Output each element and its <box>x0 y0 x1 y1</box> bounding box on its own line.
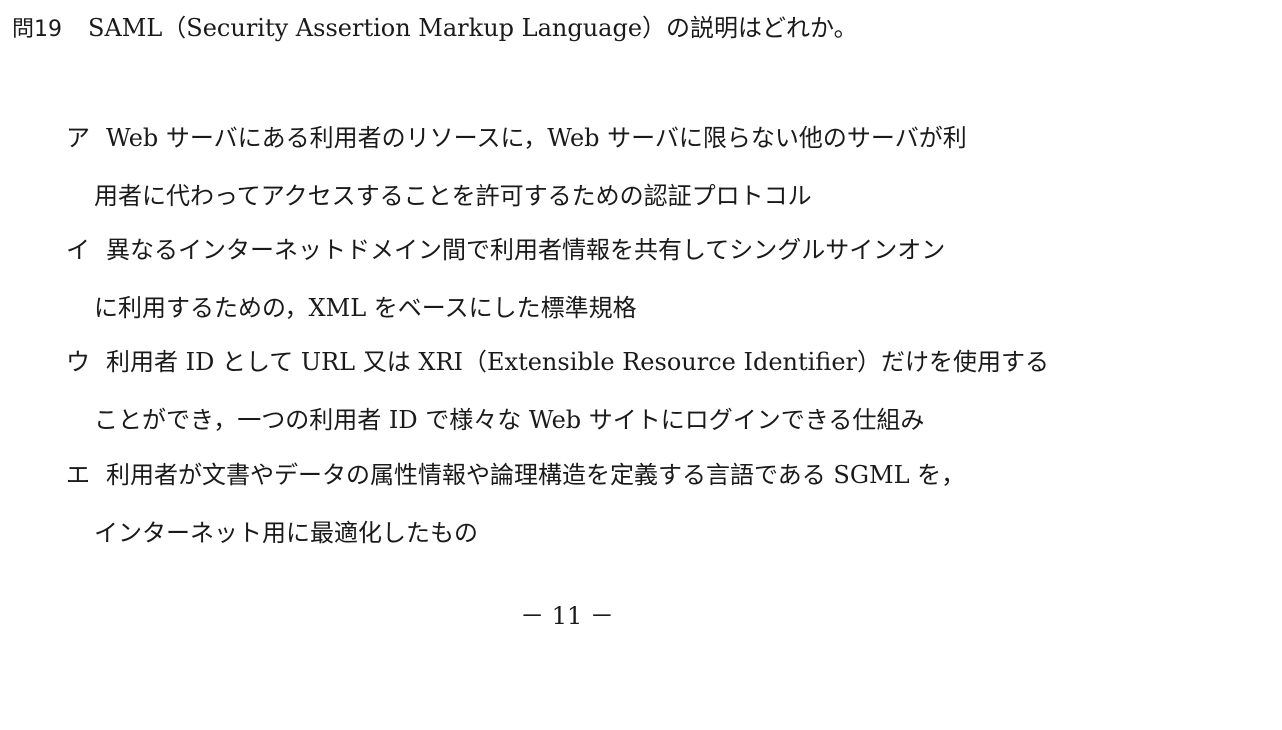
choice-e: エ利用者が文書やデータの属性情報や論理構造を定義する言語である SGML を， … <box>66 457 965 551</box>
choice-text-line2: に利用するための，XML をベースにした標準規格 <box>94 294 637 322</box>
choice-text-line1: 利用者が文書やデータの属性情報や論理構造を定義する言語である SGML を， <box>106 461 966 489</box>
choice-text-line2: ことができ，一つの利用者 ID で様々な Web サイトにログインできる仕組み <box>94 406 925 434</box>
choice-text-line1: Web サーバにある利用者のリソースに，Web サーバに限らない他のサーバが利 <box>106 124 967 152</box>
choice-u: ウ利用者 ID として URL 又は XRI（Extensible Resour… <box>66 344 1049 438</box>
choice-text-line2: 用者に代わってアクセスすることを許可するための認証プロトコル <box>94 182 812 210</box>
choice-text-line1: 異なるインターネットドメイン間で利用者情報を共有してシングルサインオン <box>106 236 946 264</box>
choice-i: イ異なるインターネットドメイン間で利用者情報を共有してシングルサインオン に利用… <box>66 232 945 326</box>
question-text: SAML（Security Assertion Markup Language）… <box>88 14 858 42</box>
choice-marker: エ <box>66 461 90 489</box>
choice-marker: イ <box>66 236 90 264</box>
choice-text-line2: インターネット用に最適化したもの <box>94 519 478 547</box>
choice-a: ア Web サーバにある利用者のリソースに，Web サーバに限らない他のサーバが利… <box>66 120 967 214</box>
exam-page: 問19 SAML（Security Assertion Markup Langua… <box>0 0 1282 730</box>
choice-marker: ア <box>66 124 90 152</box>
choice-text-line1: 利用者 ID として URL 又は XRI（Extensible Resourc… <box>106 348 1049 376</box>
question-number: 問19 <box>12 17 62 42</box>
choice-marker: ウ <box>66 348 90 376</box>
page-number: － 11 － <box>520 602 614 630</box>
question-stem: 問19 SAML（Security Assertion Markup Langua… <box>12 12 858 46</box>
